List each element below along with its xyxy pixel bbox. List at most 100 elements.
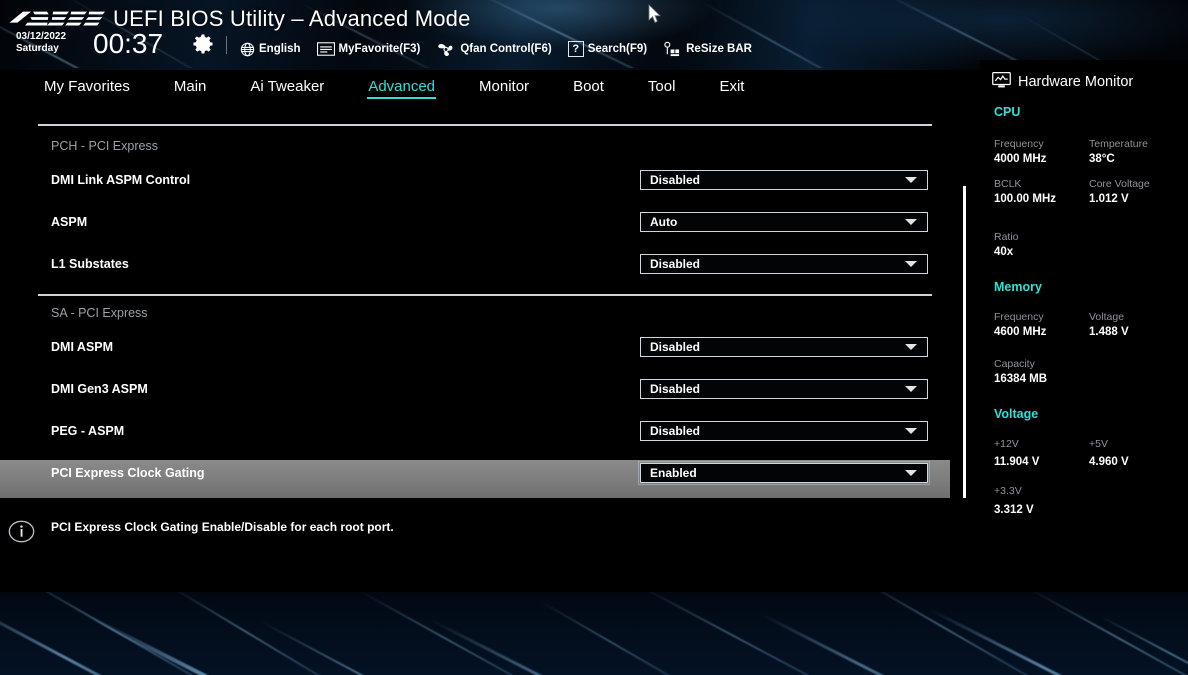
favorites-icon: [316, 42, 335, 56]
hw-key-cpu-frequency: Frequency: [994, 138, 1044, 150]
row-label-dmi-aspm: DMI ASPM: [51, 340, 114, 354]
separator-groups: [38, 294, 932, 296]
dropdown-aspm[interactable]: Auto: [640, 212, 928, 232]
hw-value-memory-frequency: 4600 MHz: [994, 326, 1047, 338]
asus-logo: [7, 9, 110, 29]
monitor-icon: [992, 72, 1011, 92]
gear-icon-glyph: [193, 34, 213, 54]
group-label-sa: SA - PCI Express: [51, 306, 148, 320]
row-label-l1-substates: L1 Substates: [51, 257, 129, 271]
dropdown-pci-express-clock-gating[interactable]: Enabled: [638, 461, 930, 485]
hardware-monitor-panel: Hardware Monitor CPU Frequency 4000 MHz …: [980, 60, 1188, 592]
hw-key-bclk: BCLK: [994, 178, 1022, 190]
header: UEFI BIOS Utility – Advanced Mode 03/12/…: [0, 0, 1188, 68]
hw-key-12v: +12V: [994, 438, 1019, 450]
hw-value-ratio: 40x: [994, 246, 1014, 258]
hw-section-cpu: CPU: [994, 105, 1021, 119]
tool-label-myfavorite: MyFavorite(F3): [338, 43, 421, 55]
tool-label-resize-bar: ReSize BAR: [686, 43, 752, 55]
page-title: UEFI BIOS Utility – Advanced Mode: [113, 6, 471, 31]
tab-exit[interactable]: Exit: [719, 76, 744, 97]
dropdown-dmi-link-aspm-control[interactable]: Disabled: [640, 170, 928, 190]
mouse-cursor: [648, 4, 662, 24]
dropdown-dmi-aspm[interactable]: Disabled: [640, 337, 928, 357]
hw-value-cpu-frequency: 4000 MHz: [994, 153, 1047, 165]
gear-icon[interactable]: [192, 33, 214, 55]
hw-key-cpu-temperature: Temperature: [1089, 138, 1148, 150]
help-panel: [0, 506, 980, 592]
help-text: PCI Express Clock Gating Enable/Disable …: [51, 520, 394, 534]
hw-key-memory-voltage: Voltage: [1089, 311, 1125, 323]
hw-value-cpu-temperature: 38°C: [1089, 153, 1115, 165]
resize-bar-icon: [663, 41, 682, 57]
tool-resize-bar[interactable]: ReSize BAR: [663, 41, 752, 57]
hw-key-ratio: Ratio: [994, 231, 1019, 243]
dropdown-value-aspm: Auto: [650, 215, 678, 229]
hw-section-voltage: Voltage: [994, 407, 1039, 421]
chevron-down-icon: [905, 386, 917, 392]
group-label-pch: PCH - PCI Express: [51, 139, 158, 153]
hw-section-memory: Memory: [994, 280, 1042, 294]
hw-value-12v: 11.904 V: [994, 456, 1040, 468]
header-tools: English MyFavorite(F3) Qfan Control(F6) …: [240, 40, 768, 58]
tab-ai-tweaker[interactable]: Ai Tweaker: [250, 76, 324, 97]
globe-icon: [240, 42, 255, 57]
info-icon: [8, 518, 35, 545]
hw-key-capacity: Capacity: [994, 358, 1035, 370]
hardware-monitor-title: Hardware Monitor: [992, 72, 1133, 92]
fan-icon: [436, 41, 456, 57]
tab-my-favorites[interactable]: My Favorites: [44, 76, 130, 97]
tab-boot[interactable]: Boot: [573, 76, 604, 97]
chevron-down-icon: [905, 344, 917, 350]
hw-value-bclk: 100.00 MHz: [994, 193, 1057, 205]
dropdown-value-dmi-aspm: Disabled: [650, 340, 701, 354]
dropdown-peg-aspm[interactable]: Disabled: [640, 421, 928, 441]
asus-logo-mark: [9, 11, 106, 26]
hw-value-5v: 4.960 V: [1089, 456, 1129, 468]
hw-value-capacity: 16384 MB: [994, 373, 1048, 385]
chevron-down-icon: [905, 470, 917, 476]
tool-qfan[interactable]: Qfan Control(F6): [436, 41, 552, 57]
dropdown-value-dmi-link-aspm-control: Disabled: [650, 173, 701, 187]
tool-myfavorite[interactable]: MyFavorite(F3): [316, 42, 421, 56]
question-box-icon: ?: [567, 41, 584, 57]
chevron-down-icon: [905, 219, 917, 225]
main-tabs: My Favorites Main Ai Tweaker Advanced Mo…: [0, 70, 980, 102]
dropdown-value-dmi-gen3-aspm: Disabled: [650, 382, 701, 396]
row-label-dmi-gen3-aspm: DMI Gen3 ASPM: [51, 382, 148, 396]
hw-key-core-voltage: Core Voltage: [1089, 178, 1150, 190]
date-text: 03/12/2022: [16, 31, 67, 42]
row-label-pci-express-clock-gating: PCI Express Clock Gating: [51, 466, 205, 480]
tool-search[interactable]: ? Search(F9): [567, 41, 648, 57]
weekday-text: Saturday: [16, 43, 59, 54]
settings-pane: PCH - PCI Express DMI Link ASPM Control …: [0, 102, 980, 506]
hw-key-5v: +5V: [1089, 438, 1108, 450]
chevron-down-icon: [905, 177, 917, 183]
tool-language[interactable]: English: [240, 42, 301, 57]
tool-label-qfan: Qfan Control(F6): [460, 43, 552, 55]
row-label-dmi-link-aspm-control: DMI Link ASPM Control: [51, 173, 191, 187]
row-label-peg-aspm: PEG - ASPM: [51, 424, 125, 438]
hw-value-33v: 3.312 V: [994, 504, 1034, 516]
header-divider-1: [226, 36, 227, 54]
tab-monitor[interactable]: Monitor: [479, 76, 529, 97]
separator-top: [38, 124, 932, 126]
tab-advanced[interactable]: Advanced: [367, 76, 436, 99]
tab-main[interactable]: Main: [174, 76, 207, 97]
dropdown-l1-substates[interactable]: Disabled: [640, 254, 928, 274]
chevron-down-icon: [905, 261, 917, 267]
tab-tool[interactable]: Tool: [648, 76, 676, 97]
dropdown-value-l1-substates: Disabled: [650, 257, 701, 271]
hw-value-memory-voltage: 1.488 V: [1089, 326, 1129, 338]
dropdown-dmi-gen3-aspm[interactable]: Disabled: [640, 379, 928, 399]
date-block: 03/12/2022 Saturday: [16, 31, 66, 55]
dropdown-value-pci-express-clock-gating: Enabled: [650, 466, 697, 480]
tool-label-search: Search(F9): [587, 43, 648, 55]
row-label-aspm: ASPM: [51, 215, 88, 229]
hw-key-memory-frequency: Frequency: [994, 311, 1044, 323]
footer: Last Modified EzMode(F7) Hot Keys ? Vers…: [0, 592, 1188, 675]
clock: 00:37: [93, 28, 164, 59]
hardware-monitor-title-label: Hardware Monitor: [1018, 74, 1134, 90]
hw-value-core-voltage: 1.012 V: [1089, 193, 1129, 205]
content-scrollbar[interactable]: [963, 186, 966, 498]
